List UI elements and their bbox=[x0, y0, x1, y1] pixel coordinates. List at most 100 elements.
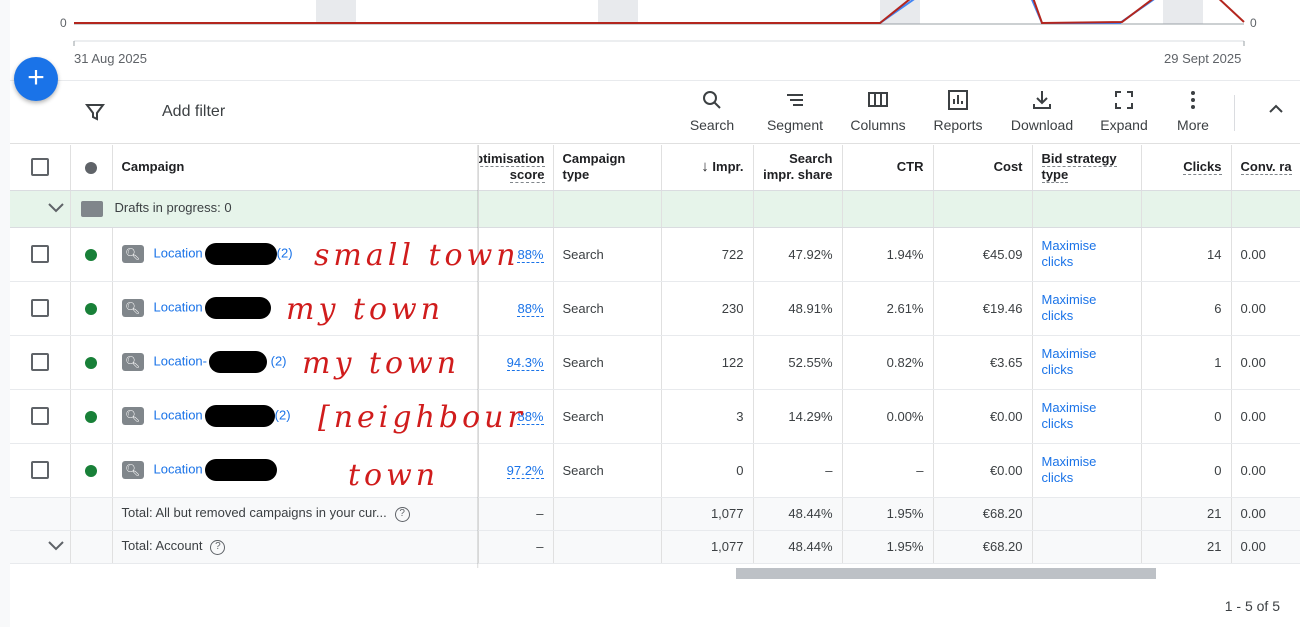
impressions-header[interactable]: ↓ Impr. bbox=[661, 145, 754, 191]
total-account-chevron-icon[interactable] bbox=[10, 530, 71, 564]
conv-rate-header[interactable]: Conv. ra bbox=[1231, 145, 1300, 191]
expand-tool-label: Expand bbox=[1100, 117, 1148, 133]
add-filter-button[interactable]: Add filter bbox=[162, 103, 225, 121]
download-tool-label: Download bbox=[1010, 117, 1074, 133]
cost-cell: €19.46 bbox=[933, 281, 1033, 336]
help-icon[interactable]: ? bbox=[210, 539, 226, 555]
clicks-cell: 6 bbox=[1141, 281, 1232, 336]
opt-score-cell: – bbox=[478, 530, 554, 564]
cost-header[interactable]: Cost bbox=[933, 145, 1033, 191]
row-checkbox[interactable] bbox=[30, 353, 49, 371]
campaign-type-cell: Search bbox=[553, 335, 662, 390]
weekend-band bbox=[598, 0, 638, 24]
select-all-header[interactable] bbox=[10, 145, 71, 191]
bid-strategy-cell[interactable]: Maximise clicks bbox=[1032, 335, 1142, 390]
campaign-link[interactable]: Location bbox=[154, 245, 203, 260]
status-header[interactable] bbox=[70, 145, 113, 191]
bid-strategy-line2: clicks bbox=[1041, 308, 1074, 323]
conv-rate-cell: 0.00 bbox=[1231, 281, 1300, 336]
download-tool-button[interactable]: Download bbox=[1008, 89, 1076, 133]
impr-cell: 122 bbox=[661, 335, 754, 390]
columns-icon bbox=[848, 89, 908, 117]
bid-strategy-line1: Maximise bbox=[1041, 238, 1097, 253]
bid-strategy-cell[interactable]: Maximise clicks bbox=[1032, 281, 1142, 336]
drafts-expand-chevron-icon[interactable] bbox=[10, 190, 71, 228]
conv-rate-cell: 0.00 bbox=[1231, 335, 1300, 390]
campaign-type-header[interactable]: Campaign type bbox=[553, 145, 662, 191]
search-tool-button[interactable]: Search bbox=[686, 89, 738, 133]
conv-rate-cell: 0.00 bbox=[1231, 443, 1300, 498]
campaign-row: 🔍︎ Location 97.2% Search 0 – – €0.00 Maxi… bbox=[10, 443, 1300, 498]
campaign-count[interactable]: (2) bbox=[277, 245, 293, 260]
enabled-status-dot bbox=[85, 465, 97, 478]
search-tool-label: Search bbox=[689, 117, 735, 133]
opt-score-link[interactable]: 88% bbox=[517, 300, 544, 317]
impr-cell: 230 bbox=[661, 281, 754, 336]
ctr-header[interactable]: CTR bbox=[842, 145, 934, 191]
row-checkbox[interactable] bbox=[30, 461, 49, 479]
filter-icon[interactable] bbox=[84, 101, 106, 129]
clicks-cell: 14 bbox=[1141, 227, 1232, 282]
opt-score-link[interactable]: 94.3% bbox=[506, 354, 544, 371]
empty-cell bbox=[553, 530, 662, 564]
help-icon[interactable]: ? bbox=[394, 506, 410, 522]
campaign-count[interactable]: (2) bbox=[275, 407, 291, 422]
row-select-cell bbox=[10, 335, 71, 390]
horizontal-scrollbar[interactable] bbox=[736, 568, 1156, 579]
empty-cell bbox=[661, 190, 754, 228]
segment-icon bbox=[763, 89, 827, 117]
weekend-band bbox=[880, 0, 920, 24]
empty-cell bbox=[1032, 190, 1142, 228]
bid-strategy-cell[interactable]: Maximise clicks bbox=[1032, 227, 1142, 282]
row-checkbox[interactable] bbox=[30, 407, 49, 425]
total-filtered-row: Total: All but removed campaigns in your… bbox=[10, 497, 1300, 531]
campaign-type-cell: Search bbox=[553, 443, 662, 498]
add-campaign-button[interactable]: + bbox=[14, 57, 58, 101]
empty-cell bbox=[1032, 530, 1142, 564]
bid-strategy-cell[interactable]: Maximise clicks bbox=[1032, 443, 1142, 498]
select-all-checkbox[interactable] bbox=[30, 158, 49, 177]
campaign-header[interactable]: Campaign bbox=[112, 145, 479, 191]
reports-tool-button[interactable]: Reports bbox=[930, 89, 986, 133]
opt-score-link[interactable]: 88% bbox=[517, 246, 544, 263]
more-tool-button[interactable]: More bbox=[1172, 89, 1214, 133]
impr-cell: 722 bbox=[661, 227, 754, 282]
search-impr-share-header[interactable]: Search impr. share bbox=[753, 145, 843, 191]
campaign-link[interactable]: Location bbox=[154, 299, 203, 314]
search-campaign-icon: 🔍︎ bbox=[121, 407, 144, 425]
row-checkbox[interactable] bbox=[30, 299, 49, 317]
end-date-label: 29 Sept 2025 bbox=[1164, 51, 1242, 66]
cost-cell: €3.65 bbox=[933, 335, 1033, 390]
columns-tool-button[interactable]: Columns bbox=[848, 89, 908, 133]
campaign-link[interactable]: Location bbox=[154, 407, 203, 422]
clicks-cell: 1 bbox=[1141, 335, 1232, 390]
campaign-link[interactable]: Location bbox=[154, 461, 203, 476]
row-checkbox[interactable] bbox=[30, 245, 49, 263]
expand-tool-button[interactable]: Expand bbox=[1098, 89, 1150, 133]
clicks-header[interactable]: Clicks bbox=[1141, 145, 1232, 191]
campaign-row: 🔍︎ Location- (2) 94.3% Search 122 52.55% … bbox=[10, 335, 1300, 390]
campaign-count[interactable]: (2) bbox=[271, 353, 287, 368]
bid-strategy-header[interactable]: Bid strategy type bbox=[1032, 145, 1142, 191]
cost-cell: €68.20 bbox=[933, 497, 1033, 531]
bid-strategy-line1: Maximise bbox=[1041, 454, 1097, 469]
folder-icon bbox=[80, 200, 103, 217]
collapse-chevron-up-icon[interactable] bbox=[1266, 99, 1286, 125]
reports-tool-label: Reports bbox=[933, 117, 983, 133]
cost-cell: €68.20 bbox=[933, 530, 1033, 564]
weekend-band bbox=[1163, 0, 1203, 24]
series-line-red bbox=[1218, 0, 1245, 23]
drafts-row[interactable]: Drafts in progress: 0 bbox=[10, 190, 1300, 228]
impr-cell: 1,077 bbox=[661, 497, 754, 531]
ctr-cell: 0.00% bbox=[842, 389, 934, 444]
y-axis-right-zero: 0 bbox=[1250, 16, 1257, 30]
opt-score-link[interactable]: 97.2% bbox=[506, 462, 544, 479]
optimisation-score-header[interactable]: ptimisation score bbox=[478, 145, 554, 191]
row-select-cell bbox=[10, 443, 71, 498]
bid-strategy-cell[interactable]: Maximise clicks bbox=[1032, 389, 1142, 444]
conv-rate-cell: 0.00 bbox=[1231, 530, 1300, 564]
bid-strategy-line2: clicks bbox=[1041, 470, 1074, 485]
segment-tool-button[interactable]: Segment bbox=[763, 89, 827, 133]
campaign-link[interactable]: Location- bbox=[154, 353, 207, 368]
impr-cell: 3 bbox=[661, 389, 754, 444]
